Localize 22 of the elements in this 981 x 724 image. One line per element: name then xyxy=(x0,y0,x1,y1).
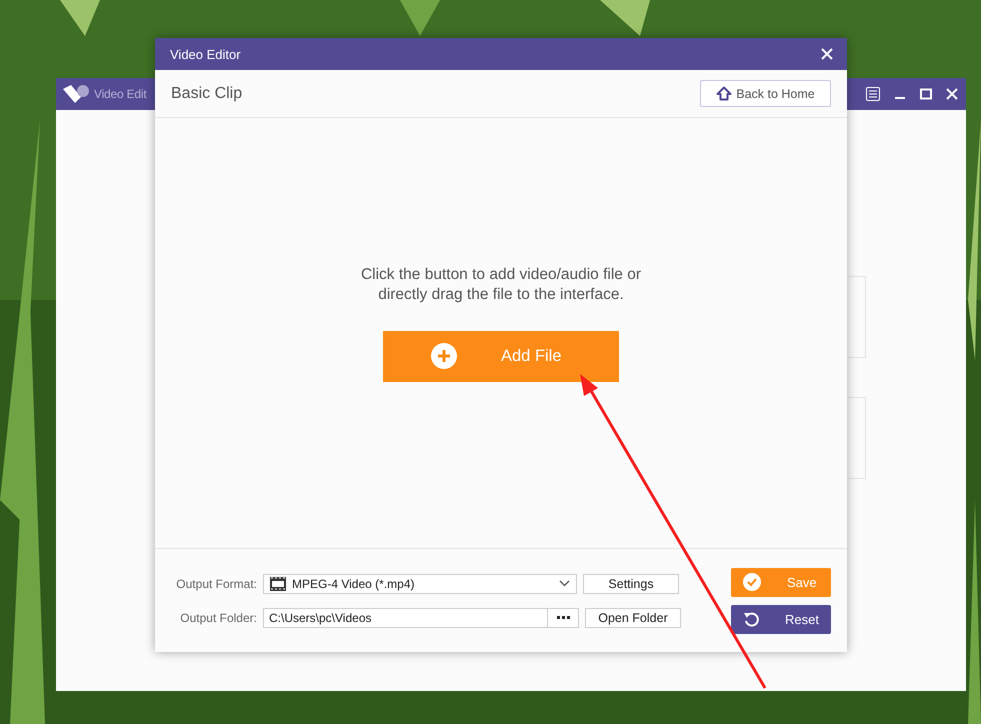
open-folder-button[interactable]: Open Folder xyxy=(585,608,681,628)
field-label: Output Format: xyxy=(175,576,257,590)
window-title: Video Edit xyxy=(94,87,146,101)
home-icon xyxy=(716,86,732,101)
folder-path-field[interactable]: C:\Users\pc\Videos xyxy=(263,608,579,628)
check-icon xyxy=(743,573,761,591)
settings-button[interactable]: Settings xyxy=(583,574,679,594)
close-icon[interactable] xyxy=(821,48,833,60)
field-label: Output Folder: xyxy=(179,610,257,624)
caret-icon xyxy=(559,580,570,587)
plus-icon xyxy=(431,343,457,369)
page-title: Basic Clip xyxy=(171,84,242,102)
close-icon[interactable] xyxy=(946,88,958,100)
reset-button[interactable]: Reset xyxy=(731,604,831,634)
format-dropdown[interactable]: MPEG-4 Video (*.mp4) xyxy=(263,574,577,594)
maximize-icon[interactable] xyxy=(920,88,932,100)
instructions-text: Click the button to add video/audio file or directly drag the file to the interface. xyxy=(360,264,642,304)
dialog-title: Video Editor xyxy=(170,46,241,62)
reset-icon xyxy=(743,611,759,627)
more-icon[interactable] xyxy=(556,616,570,619)
menu-icon[interactable] xyxy=(866,87,880,101)
back-to-home-button[interactable]: Back to Home xyxy=(700,80,831,107)
